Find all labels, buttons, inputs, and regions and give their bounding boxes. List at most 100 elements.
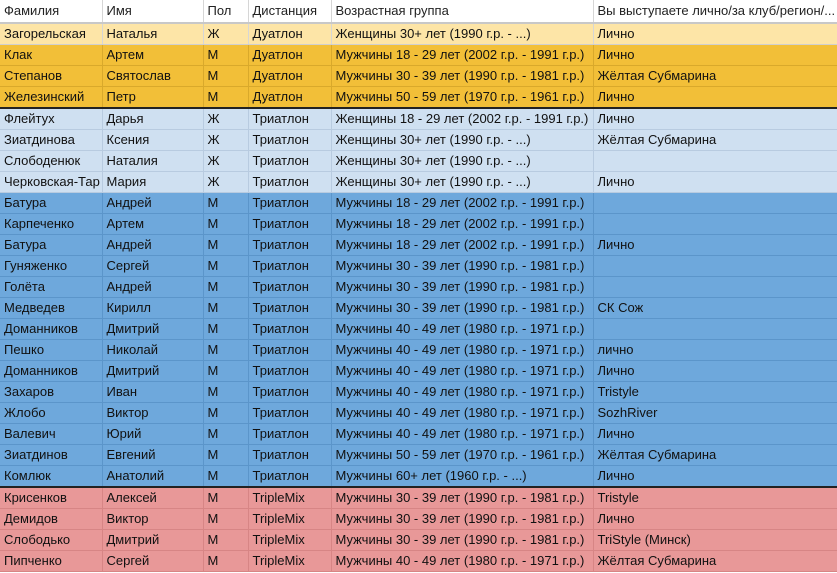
affiliation-cell[interactable]: Лично <box>593 465 837 488</box>
name-cell[interactable]: Николай <box>102 339 204 361</box>
name-cell[interactable]: Дарья <box>102 107 204 130</box>
surname-cell[interactable]: Черковская-Тар <box>0 171 103 193</box>
gender-cell[interactable]: М <box>203 486 249 509</box>
affiliation-cell[interactable]: Лично <box>593 423 837 445</box>
gender-cell[interactable]: М <box>203 381 249 403</box>
distance-cell[interactable]: Триатлон <box>248 423 332 445</box>
distance-cell[interactable]: Триатлон <box>248 297 332 319</box>
distance-cell[interactable]: Триатлон <box>248 339 332 361</box>
age-group-cell[interactable]: Женщины 30+ лет (1990 г.р. - ...) <box>331 23 594 45</box>
distance-cell[interactable]: TripleMix <box>248 550 332 572</box>
distance-cell[interactable]: Триатлон <box>248 171 332 193</box>
gender-cell[interactable]: М <box>203 550 249 572</box>
gender-cell[interactable]: Ж <box>203 107 249 130</box>
name-cell[interactable]: Иван <box>102 381 204 403</box>
header-cell-name[interactable]: Имя <box>102 0 204 24</box>
distance-cell[interactable]: Триатлон <box>248 129 332 151</box>
gender-cell[interactable]: М <box>203 339 249 361</box>
distance-cell[interactable]: Триатлон <box>248 192 332 214</box>
affiliation-cell[interactable] <box>593 150 837 172</box>
surname-cell[interactable]: Флейтух <box>0 107 103 130</box>
age-group-cell[interactable]: Мужчины 30 - 39 лет (1990 г.р. - 1981 г.… <box>331 65 594 87</box>
surname-cell[interactable]: Демидов <box>0 508 103 530</box>
affiliation-cell[interactable]: Лично <box>593 107 837 130</box>
affiliation-cell[interactable]: TriStyle (Минск) <box>593 529 837 551</box>
name-cell[interactable]: Андрей <box>102 276 204 298</box>
name-cell[interactable]: Анатолий <box>102 465 204 488</box>
age-group-cell[interactable]: Мужчины 40 - 49 лет (1980 г.р. - 1971 г.… <box>331 360 594 382</box>
surname-cell[interactable]: Жлобо <box>0 402 103 424</box>
age-group-cell[interactable]: Женщины 30+ лет (1990 г.р. - ...) <box>331 150 594 172</box>
age-group-cell[interactable]: Мужчины 18 - 29 лет (2002 г.р. - 1991 г.… <box>331 44 594 66</box>
gender-cell[interactable]: М <box>203 213 249 235</box>
age-group-cell[interactable]: Мужчины 30 - 39 лет (1990 г.р. - 1981 г.… <box>331 508 594 530</box>
affiliation-cell[interactable]: Лично <box>593 360 837 382</box>
affiliation-cell[interactable]: Tristyle <box>593 486 837 509</box>
age-group-cell[interactable]: Мужчины 60+ лет (1960 г.р. - ...) <box>331 465 594 488</box>
name-cell[interactable]: Виктор <box>102 508 204 530</box>
age-group-cell[interactable]: Мужчины 40 - 49 лет (1980 г.р. - 1971 г.… <box>331 402 594 424</box>
surname-cell[interactable]: Гуняженко <box>0 255 103 277</box>
header-cell-age-group[interactable]: Возрастная группа <box>331 0 594 24</box>
distance-cell[interactable]: TripleMix <box>248 508 332 530</box>
affiliation-cell[interactable]: Жёлтая Субмарина <box>593 550 837 572</box>
surname-cell[interactable]: Батура <box>0 234 103 256</box>
affiliation-cell[interactable]: СК Сож <box>593 297 837 319</box>
name-cell[interactable]: Дмитрий <box>102 360 204 382</box>
gender-cell[interactable]: Ж <box>203 129 249 151</box>
name-cell[interactable]: Дмитрий <box>102 318 204 340</box>
name-cell[interactable]: Петр <box>102 86 204 109</box>
name-cell[interactable]: Андрей <box>102 192 204 214</box>
surname-cell[interactable]: Медведев <box>0 297 103 319</box>
age-group-cell[interactable]: Женщины 18 - 29 лет (2002 г.р. - 1991 г.… <box>331 107 594 130</box>
affiliation-cell[interactable]: Лично <box>593 86 837 109</box>
affiliation-cell[interactable]: Жёлтая Субмарина <box>593 444 837 466</box>
surname-cell[interactable]: Захаров <box>0 381 103 403</box>
age-group-cell[interactable]: Мужчины 18 - 29 лет (2002 г.р. - 1991 г.… <box>331 213 594 235</box>
gender-cell[interactable]: М <box>203 192 249 214</box>
age-group-cell[interactable]: Мужчины 40 - 49 лет (1980 г.р. - 1971 г.… <box>331 550 594 572</box>
gender-cell[interactable]: М <box>203 255 249 277</box>
distance-cell[interactable]: Триатлон <box>248 381 332 403</box>
header-cell-gender[interactable]: Пол <box>203 0 249 24</box>
distance-cell[interactable]: Дуатлон <box>248 86 332 109</box>
affiliation-cell[interactable]: Жёлтая Субмарина <box>593 129 837 151</box>
affiliation-cell[interactable] <box>593 255 837 277</box>
distance-cell[interactable]: Триатлон <box>248 444 332 466</box>
surname-cell[interactable]: Крисенков <box>0 486 103 509</box>
age-group-cell[interactable]: Мужчины 40 - 49 лет (1980 г.р. - 1971 г.… <box>331 339 594 361</box>
age-group-cell[interactable]: Мужчины 50 - 59 лет (1970 г.р. - 1961 г.… <box>331 444 594 466</box>
affiliation-cell[interactable] <box>593 192 837 214</box>
gender-cell[interactable]: М <box>203 318 249 340</box>
distance-cell[interactable]: Триатлон <box>248 402 332 424</box>
header-cell-affiliation[interactable]: Вы выступаете лично/за клуб/регион/... <box>593 0 837 24</box>
affiliation-cell[interactable]: Лично <box>593 171 837 193</box>
name-cell[interactable]: Андрей <box>102 234 204 256</box>
name-cell[interactable]: Наталья <box>102 23 204 45</box>
age-group-cell[interactable]: Мужчины 30 - 39 лет (1990 г.р. - 1981 г.… <box>331 255 594 277</box>
age-group-cell[interactable]: Мужчины 50 - 59 лет (1970 г.р. - 1961 г.… <box>331 86 594 109</box>
affiliation-cell[interactable]: Жёлтая Субмарина <box>593 65 837 87</box>
surname-cell[interactable]: Зиатдинова <box>0 129 103 151</box>
gender-cell[interactable]: М <box>203 234 249 256</box>
gender-cell[interactable]: М <box>203 508 249 530</box>
gender-cell[interactable]: Ж <box>203 150 249 172</box>
age-group-cell[interactable]: Мужчины 40 - 49 лет (1980 г.р. - 1971 г.… <box>331 423 594 445</box>
gender-cell[interactable]: М <box>203 65 249 87</box>
gender-cell[interactable]: Ж <box>203 171 249 193</box>
surname-cell[interactable]: Пешко <box>0 339 103 361</box>
distance-cell[interactable]: Триатлон <box>248 107 332 130</box>
name-cell[interactable]: Евгений <box>102 444 204 466</box>
distance-cell[interactable]: Дуатлон <box>248 44 332 66</box>
surname-cell[interactable]: Карпеченко <box>0 213 103 235</box>
age-group-cell[interactable]: Мужчины 40 - 49 лет (1980 г.р. - 1971 г.… <box>331 381 594 403</box>
distance-cell[interactable]: Триатлон <box>248 276 332 298</box>
name-cell[interactable]: Кирилл <box>102 297 204 319</box>
surname-cell[interactable]: Клак <box>0 44 103 66</box>
age-group-cell[interactable]: Женщины 30+ лет (1990 г.р. - ...) <box>331 129 594 151</box>
gender-cell[interactable]: М <box>203 360 249 382</box>
surname-cell[interactable]: Комлюк <box>0 465 103 488</box>
affiliation-cell[interactable] <box>593 318 837 340</box>
affiliation-cell[interactable]: лично <box>593 339 837 361</box>
surname-cell[interactable]: Пипченко <box>0 550 103 572</box>
